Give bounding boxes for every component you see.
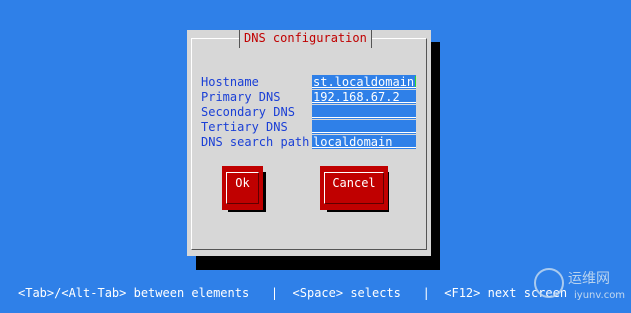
watermark-logo-icon [534, 268, 564, 298]
watermark: 运维网 iyunv.com [530, 264, 630, 308]
hostname-label: Hostname [201, 75, 259, 89]
primary-dns-value: 192.168.67.2 [313, 90, 400, 104]
tertiary-dns-label: Tertiary DNS [201, 120, 288, 134]
ok-button[interactable]: Ok [222, 166, 263, 210]
primary-dns-input[interactable]: 192.168.67.2 [312, 90, 416, 104]
tertiary-dns-input[interactable] [312, 120, 416, 134]
ok-button-label: Ok [226, 172, 259, 204]
watermark-url: iyunv.com [574, 290, 626, 301]
dns-configuration-dialog: DNS configuration Hostname st.localdomai… [187, 30, 431, 256]
hostname-value: st.localdomain [313, 75, 415, 89]
dns-search-path-value: localdomain [313, 135, 393, 149]
hostname-input[interactable]: st.localdomain [312, 75, 416, 89]
dns-search-path-label: DNS search path [201, 135, 310, 149]
secondary-dns-input[interactable] [312, 105, 416, 119]
cancel-button-label: Cancel [324, 172, 384, 204]
cancel-button[interactable]: Cancel [320, 166, 388, 210]
secondary-dns-label: Secondary DNS [201, 105, 295, 119]
primary-dns-label: Primary DNS [201, 90, 281, 104]
watermark-brand: 运维网 [568, 271, 610, 287]
dialog-title: DNS configuration [239, 30, 372, 48]
dns-search-path-input[interactable]: localdomain [312, 135, 416, 149]
